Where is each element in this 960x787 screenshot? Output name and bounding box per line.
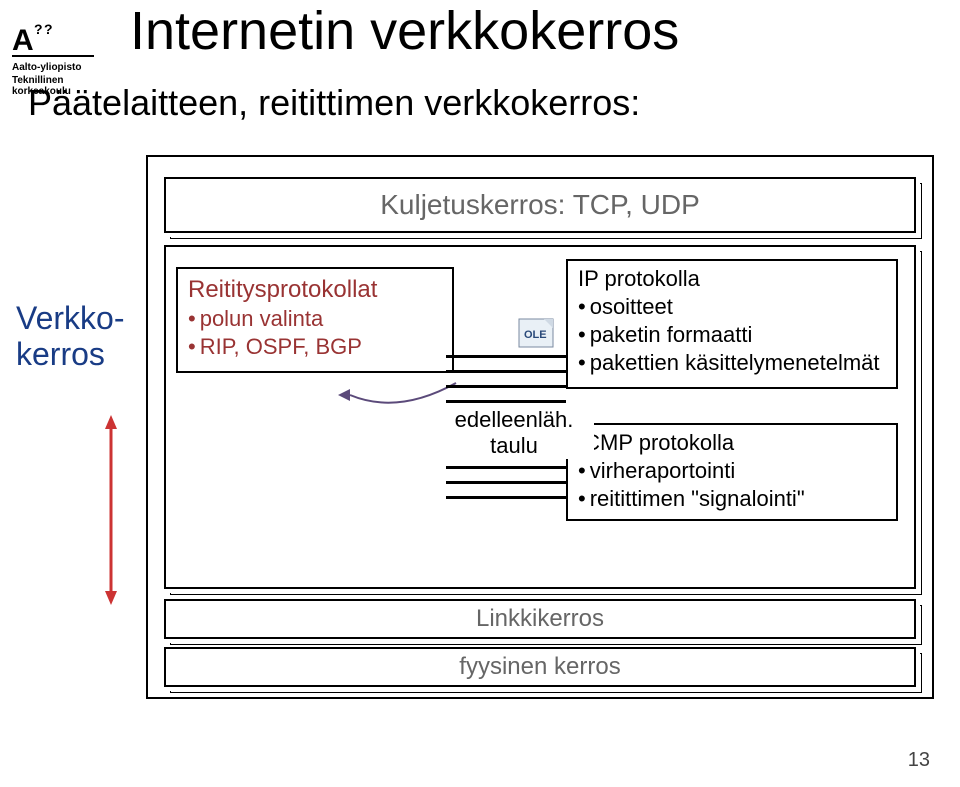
side-label-line2: kerros: [16, 336, 124, 372]
ip-title: IP protokolla: [578, 265, 886, 293]
icmp-protocol-box: ICMP protokolla virheraportointi reititt…: [566, 423, 898, 521]
network-layer-box: Reititysprotokollat polun valinta RIP, O…: [164, 245, 916, 589]
svg-text:?: ?: [44, 22, 53, 37]
link-layer-text: Linkkikerros: [476, 605, 604, 633]
page-subtitle: Päätelaitteen, reitittimen verkkokerros:: [28, 82, 640, 124]
routing-protocols-box: Reititysprotokollat polun valinta RIP, O…: [176, 267, 454, 373]
routing-line-2: RIP, OSPF, BGP: [188, 333, 442, 361]
physical-layer-box: fyysinen kerros: [164, 647, 916, 687]
diagram-outer-box: Kuljetuskerros: TCP, UDP Reititysprotoko…: [146, 155, 934, 699]
svg-text:OLE: OLE: [524, 329, 547, 341]
fwd-label-1: edelleenläh.: [434, 407, 594, 433]
forwarding-table: OLE edelleenläh. taulu: [446, 355, 566, 495]
ip-line-3: pakettien käsittelymenetelmät: [578, 349, 886, 377]
forwarding-table-label: edelleenläh. taulu: [434, 407, 594, 459]
link-layer-box: Linkkikerros: [164, 599, 916, 639]
icmp-line-2: reitittimen "signalointi": [578, 485, 886, 513]
transport-layer-text: Kuljetuskerros: TCP, UDP: [380, 189, 700, 221]
ip-protocol-box: IP protokolla osoitteet paketin formaatt…: [566, 259, 898, 389]
ip-line-1: osoitteet: [578, 293, 886, 321]
side-label-line1: Verkko-: [16, 300, 124, 336]
page-number: 13: [908, 749, 930, 772]
icmp-title: ICMP protokolla: [578, 429, 886, 457]
svg-text:?: ?: [34, 22, 43, 37]
routing-title: Reititysprotokollat: [188, 275, 442, 305]
red-double-arrow-icon: [102, 415, 120, 605]
icmp-line-1: virheraportointi: [578, 457, 886, 485]
svg-text:A: A: [12, 24, 34, 57]
transport-layer-box: Kuljetuskerros: TCP, UDP: [164, 177, 916, 233]
page-title: Internetin verkkokerros: [130, 0, 679, 62]
fwd-label-2: taulu: [434, 433, 594, 459]
logo-text-1: Aalto-yliopisto: [12, 62, 112, 73]
physical-layer-text: fyysinen kerros: [459, 653, 620, 681]
routing-line-1: polun valinta: [188, 305, 442, 333]
ole-object-icon: OLE: [518, 318, 554, 348]
network-layer-label: Verkko- kerros: [16, 300, 124, 372]
ip-line-2: paketin formaatti: [578, 321, 886, 349]
